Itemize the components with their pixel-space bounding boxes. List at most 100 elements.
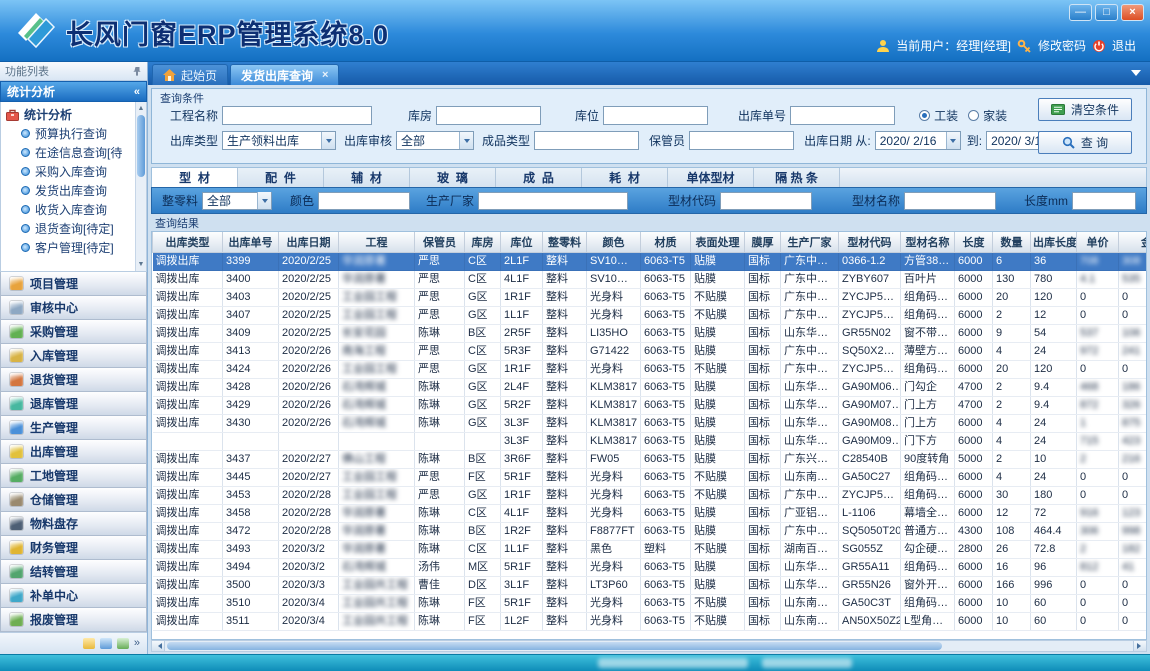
table-row[interactable]: 调拨出库34292020/2/26石湾辉城陈琳G区5R2F整料KLM381760…	[153, 396, 1148, 414]
folder-icon[interactable]	[83, 638, 95, 649]
profile-code-input[interactable]	[720, 192, 812, 210]
material-tab[interactable]: 隔 热 条	[754, 168, 840, 187]
tab-list-dropdown-icon[interactable]	[1131, 70, 1141, 81]
column-header[interactable]: 型材代码	[839, 232, 901, 252]
order-no-input[interactable]	[790, 106, 895, 125]
column-header[interactable]: 保管员	[415, 232, 465, 252]
table-row[interactable]: 调拨出库34032020/2/25工业园工程严思G区1R1F整料光身料6063-…	[153, 288, 1148, 306]
tree-item[interactable]: 收货入库查询	[6, 200, 134, 219]
sidebar-item[interactable]: 生产管理	[0, 416, 147, 440]
project-name-input[interactable]	[222, 106, 372, 125]
product-type-input[interactable]	[534, 131, 639, 150]
length-input[interactable]	[1072, 192, 1136, 210]
column-header[interactable]: 库房	[465, 232, 501, 252]
tree-scrollbar-thumb[interactable]	[137, 115, 145, 177]
table-row[interactable]: 调拨出库35112020/3/4工业园共工程陈琳F区1L2F整料光身料6063-…	[153, 612, 1148, 630]
column-header[interactable]: 工程	[339, 232, 415, 252]
table-row[interactable]: 调拨出库34722020/2/28华润原著陈琳B区1R2F整料F8877FT60…	[153, 522, 1148, 540]
table-row[interactable]: 调拨出库34942020/3/2石湾辉城汤伟M区5R1F整料光身料6063-T5…	[153, 558, 1148, 576]
column-header[interactable]: 整零料	[543, 232, 587, 252]
table-row[interactable]: 调拨出库34072020/2/25工业园工程严思G区1L1F整料光身料6063-…	[153, 306, 1148, 324]
column-header[interactable]: 膜厚	[745, 232, 781, 252]
column-header[interactable]: 数量	[993, 232, 1031, 252]
sidebar-item[interactable]: 入库管理	[0, 344, 147, 368]
scroll-up-icon[interactable]: ▲	[136, 103, 146, 114]
tree-item[interactable]: 发货出库查询	[6, 181, 134, 200]
close-icon[interactable]: ×	[322, 69, 328, 81]
scroll-right-button[interactable]	[1133, 641, 1146, 651]
table-row[interactable]: 3L3F整料KLM38176063-T5贴膜国标山东华…GA90M09…门下方6…	[153, 432, 1148, 450]
warehouse-input[interactable]	[436, 106, 541, 125]
maker-input[interactable]	[478, 192, 628, 210]
hscrollbar-thumb[interactable]	[167, 642, 942, 650]
tree-item[interactable]: 客户管理[待定]	[6, 238, 134, 257]
column-header[interactable]: 出库长度	[1031, 232, 1077, 252]
sidebar-item[interactable]: 工地管理	[0, 464, 147, 488]
material-tab[interactable]: 辅 材	[324, 168, 410, 187]
table-row[interactable]: 调拨出库34532020/2/28工业园工程严思G区1R1F整料光身料6063-…	[153, 486, 1148, 504]
sidebar-item[interactable]: 报废管理	[0, 608, 147, 632]
sidebar-item[interactable]: 结转管理	[0, 560, 147, 584]
minimize-button[interactable]: —	[1069, 4, 1092, 21]
location-input[interactable]	[603, 106, 708, 125]
column-header[interactable]: 颜色	[587, 232, 641, 252]
table-row[interactable]: 调拨出库34282020/2/26石湾辉城陈琳G区2L4F整料KLM381760…	[153, 378, 1148, 396]
list-icon[interactable]	[117, 638, 129, 649]
scroll-down-icon[interactable]: ▼	[136, 259, 146, 270]
scroll-left-button[interactable]	[152, 641, 165, 651]
table-row[interactable]: 调拨出库34932020/3/2华润原著陈琳C区1L1F整料黑色塑料不贴膜国标湖…	[153, 540, 1148, 558]
sidebar-item[interactable]: 退库管理	[0, 392, 147, 416]
column-header[interactable]: 材质	[641, 232, 691, 252]
sidebar-section-statistics[interactable]: 统计分析 «	[0, 81, 147, 102]
tree-item[interactable]: 退货查询[待定]	[6, 219, 134, 238]
tree-scrollbar[interactable]: ▲ ▼	[135, 102, 146, 271]
logout-button[interactable]: 退出	[1112, 37, 1136, 54]
clear-conditions-button[interactable]: 清空条件	[1038, 98, 1132, 121]
sidebar-item[interactable]: 退货管理	[0, 368, 147, 392]
maximize-button[interactable]: □	[1095, 4, 1118, 21]
column-header[interactable]: 出库日期	[279, 232, 339, 252]
keeper-input[interactable]	[689, 131, 794, 150]
tree-item[interactable]: 采购入库查询	[6, 162, 134, 181]
tab-shipping-query[interactable]: 发货出库查询×	[230, 64, 339, 85]
material-tab[interactable]: 成 品	[496, 168, 582, 187]
whole-part-select[interactable]: 全部	[202, 192, 272, 210]
profile-name-input[interactable]	[904, 192, 996, 210]
chevrons-right-icon[interactable]: »	[134, 638, 140, 649]
tree-root-statistics[interactable]: 统计分析	[6, 105, 134, 124]
material-tab[interactable]: 型 材	[152, 168, 238, 187]
column-header[interactable]: 单价	[1077, 232, 1119, 252]
radio-work-clothes[interactable]	[919, 110, 930, 121]
column-header[interactable]: 表面处理	[691, 232, 745, 252]
table-row[interactable]: 调拨出库34582020/2/28华润原著陈琳C区4L1F整料光身料6063-T…	[153, 504, 1148, 522]
table-row[interactable]: 调拨出库34452020/2/27工业园工程严思F区5R1F整料光身料6063-…	[153, 468, 1148, 486]
column-header[interactable]: 出库单号	[223, 232, 279, 252]
material-tab[interactable]: 玻 璃	[410, 168, 496, 187]
material-tab[interactable]: 耗 材	[582, 168, 668, 187]
column-header[interactable]: 长度	[955, 232, 993, 252]
computer-icon[interactable]	[100, 638, 112, 649]
column-header[interactable]: 金	[1119, 232, 1148, 252]
tab-start-page[interactable]: 起始页	[152, 64, 228, 85]
sidebar-item[interactable]: 出库管理	[0, 440, 147, 464]
change-password-button[interactable]: 修改密码	[1038, 37, 1086, 54]
sidebar-item[interactable]: 物料盘存	[0, 512, 147, 536]
horizontal-scrollbar[interactable]	[151, 640, 1147, 652]
table-row[interactable]: 调拨出库34132020/2/26南海工程严思C区5R3F整料G71422606…	[153, 342, 1148, 360]
date-from-picker[interactable]: 2020/ 2/16	[875, 131, 961, 150]
outbound-audit-select[interactable]: 全部	[396, 131, 474, 150]
sidebar-item[interactable]: 采购管理	[0, 320, 147, 344]
table-row[interactable]: 调拨出库34002020/2/25华润原著严思C区4L1F整料SV10…6063…	[153, 270, 1148, 288]
sidebar-item[interactable]: 补单中心	[0, 584, 147, 608]
tree-item[interactable]: 在途信息查询[待	[6, 143, 134, 162]
sidebar-item[interactable]: 项目管理	[0, 272, 147, 296]
table-row[interactable]: 调拨出库33992020/2/25华润原著严思C区2L1F整料SV10…6063…	[153, 252, 1148, 270]
table-row[interactable]: 调拨出库35002020/3/3工业园共工程曹佳D区3L1F整料LT3P6060…	[153, 576, 1148, 594]
tree-item[interactable]: 预算执行查询	[6, 124, 134, 143]
table-row[interactable]: 调拨出库34302020/2/26石湾辉城陈琳G区3L3F整料KLM381760…	[153, 414, 1148, 432]
close-button[interactable]: ×	[1121, 4, 1144, 21]
material-tab[interactable]: 配 件	[238, 168, 324, 187]
sidebar-item[interactable]: 审核中心	[0, 296, 147, 320]
collapse-icon[interactable]: «	[134, 86, 140, 98]
table-row[interactable]: 调拨出库34372020/2/27佛山工程陈琳B区3R6F整料FW056063-…	[153, 450, 1148, 468]
